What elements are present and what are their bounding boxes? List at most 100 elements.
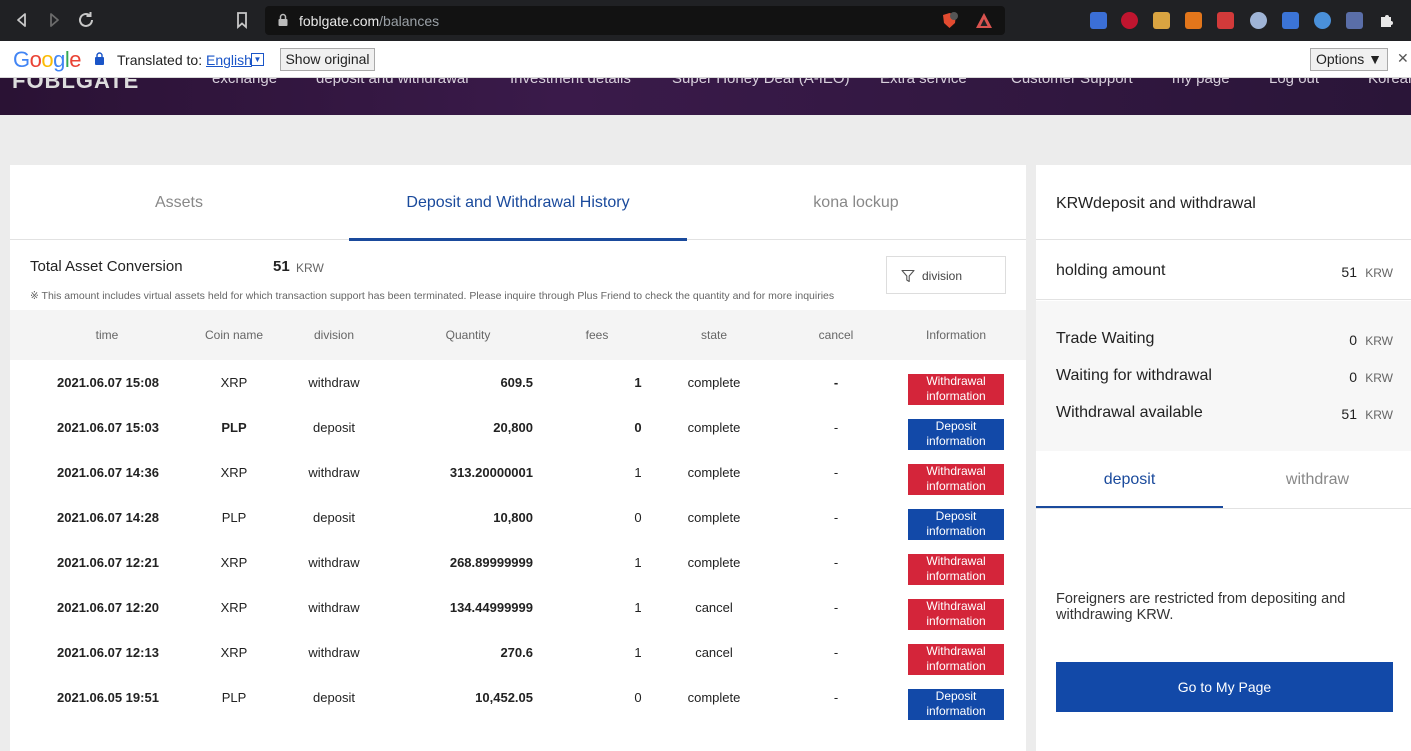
cell-coin: PLP: [221, 420, 247, 435]
nav-log-out[interactable]: Log out: [1269, 78, 1319, 87]
withdrawal-information-button[interactable]: Withdrawal information: [908, 599, 1004, 630]
foreigner-restriction-message: Foreigners are restricted from depositin…: [1056, 591, 1346, 623]
extension-icon[interactable]: [1282, 12, 1299, 29]
cell-time: 2021.06.05 19:51: [57, 690, 159, 705]
holding-amount-unit: KRW: [1365, 266, 1393, 280]
extension-icon[interactable]: [1153, 12, 1170, 29]
nav-deposit-withdrawal[interactable]: deposit and withdrawal: [316, 78, 469, 87]
divider: [1036, 239, 1411, 240]
extension-icon[interactable]: [1314, 12, 1331, 29]
cell-coin: XRP: [220, 645, 248, 660]
reload-icon[interactable]: [74, 8, 98, 32]
extension-icon[interactable]: [1217, 12, 1234, 29]
cell-cancel: -: [833, 420, 839, 435]
chevron-down-icon[interactable]: ▼: [251, 53, 264, 66]
krw-panel-title: KRWdeposit and withdrawal: [1056, 195, 1256, 212]
tab-withdraw[interactable]: withdraw: [1224, 451, 1411, 509]
cell-time: 2021.06.07 15:08: [57, 375, 159, 390]
withdrawal-information-button[interactable]: Withdrawal information: [908, 554, 1004, 585]
col-quantity: Quantity: [445, 328, 491, 342]
tab-assets[interactable]: Assets: [10, 165, 348, 240]
bookmark-icon[interactable]: [230, 8, 254, 32]
withdrawal-information-button[interactable]: Withdrawal information: [908, 644, 1004, 675]
cell-quantity: 134.44999999: [449, 600, 533, 615]
translate-bar: Google Translated to: English ▼ Show ori…: [0, 41, 1411, 78]
nav-investment-details[interactable]: Investment details: [510, 78, 631, 87]
cell-division: withdraw: [308, 600, 360, 615]
cell-state: complete: [687, 375, 741, 390]
deposit-information-button[interactable]: Deposit information: [908, 689, 1004, 720]
language-select[interactable]: English: [206, 52, 252, 68]
tab-bar: Assets Deposit and Withdrawal History ko…: [10, 165, 1026, 241]
withdrawal-information-button[interactable]: Withdrawal information: [908, 374, 1004, 405]
nav-super-honey-deal[interactable]: Super Honey Deal (A-IEO): [672, 78, 850, 87]
nav-my-page[interactable]: my page: [1172, 78, 1230, 87]
forward-icon[interactable]: [42, 8, 66, 32]
nav-language[interactable]: Korean: [1368, 78, 1411, 87]
cell-division: withdraw: [308, 645, 360, 660]
cell-time: 2021.06.07 12:21: [57, 555, 159, 570]
trade-waiting-value: 0: [1349, 332, 1357, 348]
withdrawal-available-unit: KRW: [1365, 408, 1393, 422]
trade-waiting-unit: KRW: [1365, 334, 1393, 348]
col-state: state: [700, 328, 727, 342]
deposit-information-button[interactable]: Deposit information: [908, 509, 1004, 540]
cell-quantity: 20,800: [493, 420, 533, 435]
cell-cancel: -: [833, 555, 839, 570]
cell-division: deposit: [313, 510, 355, 525]
metamask-extension-icon[interactable]: [1185, 12, 1202, 29]
options-button[interactable]: Options ▼: [1310, 48, 1388, 71]
extension-icon[interactable]: [1346, 12, 1363, 29]
col-fees: fees: [585, 328, 609, 342]
brave-shield-icon[interactable]: [941, 12, 958, 29]
browser-toolbar: foblgate.com/balances: [0, 0, 1411, 41]
asset-note: ※ This amount includes virtual assets he…: [30, 290, 835, 302]
filter-label: division: [922, 269, 963, 283]
translate-extension-icon[interactable]: [1090, 12, 1107, 29]
table-row: 2021.06.07 14:28 PLP deposit 10,800 0 complet…: [10, 495, 1026, 540]
holding-amount-value: 51: [1341, 264, 1357, 280]
brave-rewards-icon[interactable]: [975, 12, 993, 29]
adblock-extension-icon[interactable]: [1121, 12, 1138, 29]
shield-extension-icon[interactable]: [1250, 12, 1267, 29]
divider: [1036, 508, 1411, 509]
cell-state: complete: [687, 465, 741, 480]
close-icon[interactable]: ✕: [1397, 50, 1409, 67]
address-bar[interactable]: foblgate.com/balances: [265, 6, 1005, 35]
table-row: 2021.06.05 19:51 PLP deposit 10,452.05 0 comp…: [10, 675, 1026, 720]
site-logo[interactable]: FOBLGATE: [12, 78, 139, 94]
withdrawal-information-button[interactable]: Withdrawal information: [908, 464, 1004, 495]
go-to-my-page-button[interactable]: Go to My Page: [1056, 662, 1393, 712]
col-information: Information: [925, 328, 987, 342]
cell-time: 2021.06.07 15:03: [57, 420, 159, 435]
show-original-button[interactable]: Show original: [280, 48, 375, 71]
total-asset-value: 51: [273, 258, 290, 275]
nav-customer-support[interactable]: Customer Support: [1011, 78, 1133, 87]
cell-state: complete: [687, 555, 741, 570]
puzzle-extensions-icon[interactable]: [1378, 12, 1395, 29]
table-row: 2021.06.07 15:03 PLP deposit 20,800 0 complet…: [10, 405, 1026, 450]
nav-exchange[interactable]: exchange: [212, 78, 277, 87]
cell-time: 2021.06.07 12:20: [57, 600, 159, 615]
back-icon[interactable]: [10, 8, 34, 32]
cell-quantity: 609.5: [500, 375, 533, 390]
cell-coin: XRP: [220, 375, 248, 390]
deposit-information-button[interactable]: Deposit information: [908, 419, 1004, 450]
waiting-withdrawal-unit: KRW: [1365, 371, 1393, 385]
tab-kona-lockup[interactable]: kona lockup: [687, 165, 1025, 240]
tab-deposit-withdrawal-history[interactable]: Deposit and Withdrawal History: [349, 165, 687, 241]
cell-coin: PLP: [221, 690, 247, 705]
table-row: 2021.06.07 12:21 XRP withdraw 268.89999999 1…: [10, 540, 1026, 585]
nav-extra-service[interactable]: Extra service: [880, 78, 967, 87]
table-row: 2021.06.07 15:08 XRP withdraw 609.5 1 complet…: [10, 360, 1026, 405]
cell-state: complete: [687, 510, 741, 525]
division-filter[interactable]: division: [886, 256, 1006, 294]
cell-cancel: -: [833, 600, 839, 615]
total-asset-unit: KRW: [296, 261, 324, 275]
tab-deposit[interactable]: deposit: [1036, 451, 1223, 509]
total-asset-label: Total Asset Conversion: [30, 258, 183, 275]
cell-time: 2021.06.07 14:36: [57, 465, 159, 480]
cell-cancel: -: [833, 690, 839, 705]
cell-coin: XRP: [220, 600, 248, 615]
cell-cancel: -: [833, 510, 839, 525]
